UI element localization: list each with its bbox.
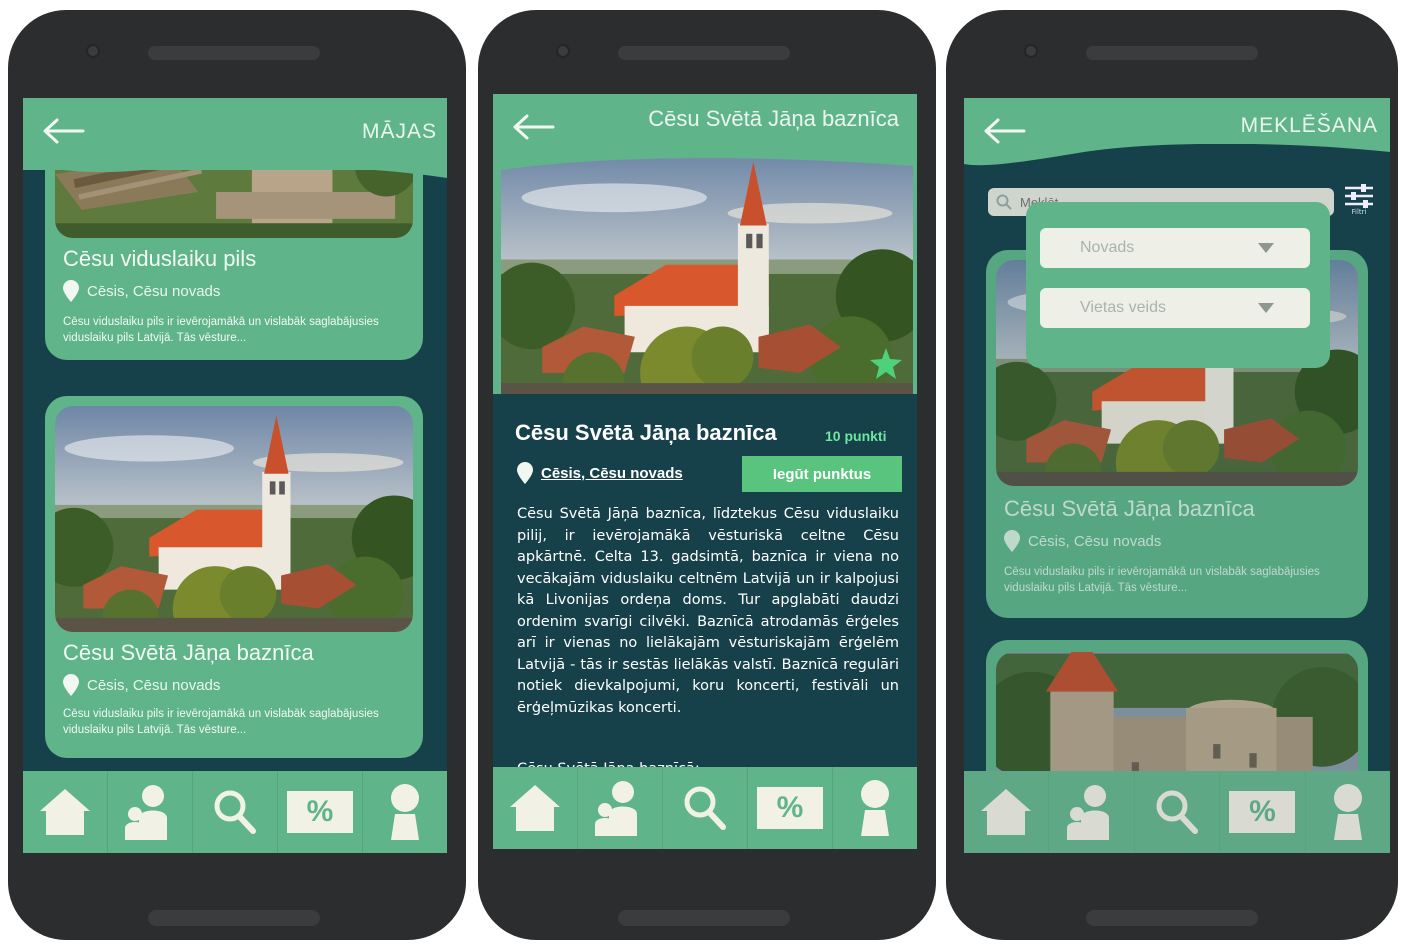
front-camera bbox=[1024, 44, 1038, 58]
chevron-down-icon bbox=[1258, 303, 1274, 313]
nav-profile[interactable] bbox=[363, 771, 447, 853]
search-screen: MEKLĒŠANA Filtri Cēsu Svētā Jāņa baznīca… bbox=[964, 98, 1390, 853]
place-title: Cēsu Svētā Jāņa baznīca bbox=[1004, 496, 1255, 521]
people-icon bbox=[125, 785, 167, 840]
filter-popup: Novads Vietas veids bbox=[1026, 202, 1330, 368]
chevron-down-icon bbox=[1258, 243, 1274, 253]
nav-search[interactable] bbox=[663, 767, 748, 849]
location-text: Cēsis, Cēsu novads bbox=[87, 676, 221, 694]
home-icon bbox=[981, 789, 1032, 835]
place-photo bbox=[55, 406, 413, 632]
front-camera bbox=[86, 44, 100, 58]
place-type-dropdown[interactable]: Vietas veids bbox=[1040, 288, 1310, 328]
nav-people[interactable] bbox=[1049, 771, 1135, 853]
discount-icon: % bbox=[1229, 791, 1296, 833]
profile-icon bbox=[861, 780, 889, 836]
get-points-button[interactable]: Iegūt punktus bbox=[742, 456, 902, 492]
speaker-grille bbox=[618, 46, 790, 60]
nav-search[interactable] bbox=[1135, 771, 1221, 853]
page-title: MĀJAS bbox=[361, 120, 437, 143]
location-pin-icon bbox=[517, 462, 533, 484]
location-link[interactable]: Cēsis, Cēsu novads bbox=[541, 465, 683, 482]
location-pin-icon bbox=[63, 280, 79, 302]
back-arrow-icon[interactable] bbox=[511, 112, 557, 142]
nav-people[interactable] bbox=[578, 767, 663, 849]
nav-home[interactable] bbox=[964, 771, 1050, 853]
home-icon bbox=[510, 785, 560, 831]
discount-icon: % bbox=[757, 787, 823, 829]
nav-people[interactable] bbox=[108, 771, 193, 853]
filter-sliders-icon bbox=[1345, 184, 1373, 208]
home-bar bbox=[148, 910, 320, 926]
region-dropdown-label: Novads bbox=[1080, 239, 1135, 256]
region-dropdown[interactable]: Novads bbox=[1040, 228, 1310, 268]
nav-search[interactable] bbox=[193, 771, 278, 853]
place-photo bbox=[501, 156, 913, 394]
place-title: Cēsu viduslaiku pils bbox=[63, 246, 257, 271]
phone-home: MĀJAS Cēsu viduslaiku pils Cēsis, Cēsu n… bbox=[8, 10, 466, 940]
speaker-grille bbox=[1086, 46, 1258, 60]
place-type-dropdown-label: Vietas veids bbox=[1080, 299, 1166, 316]
home-icon bbox=[40, 789, 90, 835]
place-card[interactable]: Cēsu Svētā Jāņa baznīca Cēsis, Cēsu nova… bbox=[45, 396, 423, 758]
location-text: Cēsis, Cēsu novads bbox=[87, 282, 221, 300]
place-location: Cēsis, Cēsu novads bbox=[63, 674, 220, 696]
phone-detail: Cēsu Svētā Jāņa baznīca Cēsu Svētā Jāņa … bbox=[478, 10, 936, 940]
location-text: Cēsis, Cēsu novads bbox=[1028, 532, 1162, 550]
front-camera bbox=[556, 44, 570, 58]
place-description: Cēsu viduslaiku pils ir ievērojamākā un … bbox=[1004, 566, 1320, 594]
bottom-navigation: % bbox=[23, 771, 447, 853]
page-title: MEKLĒŠANA bbox=[1240, 114, 1378, 137]
profile-icon bbox=[1333, 784, 1362, 840]
filter-button[interactable]: Filtri bbox=[1342, 184, 1376, 218]
nav-home[interactable] bbox=[493, 767, 578, 849]
profile-icon bbox=[391, 784, 419, 840]
search-icon bbox=[684, 786, 726, 830]
detail-title: Cēsu Svētā Jāņa baznīca bbox=[515, 420, 777, 445]
nav-discounts[interactable]: % bbox=[748, 767, 833, 849]
place-description: Cēsu viduslaiku pils ir ievērojamākā un … bbox=[63, 708, 379, 736]
phone-search: MEKLĒŠANA Filtri Cēsu Svētā Jāņa baznīca… bbox=[946, 10, 1398, 940]
detail-screen: Cēsu Svētā Jāņa baznīca Cēsu Svētā Jāņa … bbox=[493, 94, 917, 849]
back-arrow-icon[interactable] bbox=[41, 116, 87, 146]
location-pin-icon bbox=[63, 674, 79, 696]
search-icon bbox=[996, 194, 1012, 210]
people-icon bbox=[1066, 785, 1109, 840]
nav-profile[interactable] bbox=[1306, 771, 1390, 853]
place-location[interactable]: Cēsis, Cēsu novads bbox=[517, 462, 683, 484]
speaker-grille bbox=[148, 46, 320, 60]
nav-profile[interactable] bbox=[833, 767, 917, 849]
discount-icon: % bbox=[287, 791, 353, 833]
home-bar bbox=[1086, 910, 1258, 926]
back-arrow-icon[interactable] bbox=[982, 116, 1028, 146]
home-screen: MĀJAS Cēsu viduslaiku pils Cēsis, Cēsu n… bbox=[23, 98, 447, 853]
bottom-navigation: % bbox=[964, 771, 1390, 853]
home-bar bbox=[618, 910, 790, 926]
detail-body: Cēsu Svētā Jāņā baznīca, līdztekus Cēsu … bbox=[517, 506, 899, 716]
people-icon bbox=[595, 781, 637, 836]
search-icon bbox=[214, 790, 256, 834]
nav-discounts[interactable]: % bbox=[278, 771, 363, 853]
header-wave bbox=[23, 156, 447, 178]
bottom-navigation: % bbox=[493, 767, 917, 849]
nav-home[interactable] bbox=[23, 771, 108, 853]
location-pin-icon bbox=[1004, 530, 1020, 552]
nav-discounts[interactable]: % bbox=[1220, 771, 1306, 853]
place-description: Cēsu viduslaiku pils ir ievērojamākā un … bbox=[63, 316, 379, 344]
page-title: Cēsu Svētā Jāņa baznīca bbox=[648, 106, 899, 131]
place-title: Cēsu Svētā Jāņa baznīca bbox=[63, 640, 314, 665]
points-badge: 10 punkti bbox=[825, 428, 887, 444]
favorite-star-icon[interactable] bbox=[869, 348, 903, 380]
place-location: Cēsis, Cēsu novads bbox=[63, 280, 220, 302]
search-icon bbox=[1156, 790, 1199, 834]
filter-label: Filtri bbox=[1351, 208, 1367, 216]
place-location: Cēsis, Cēsu novads bbox=[1004, 530, 1161, 552]
